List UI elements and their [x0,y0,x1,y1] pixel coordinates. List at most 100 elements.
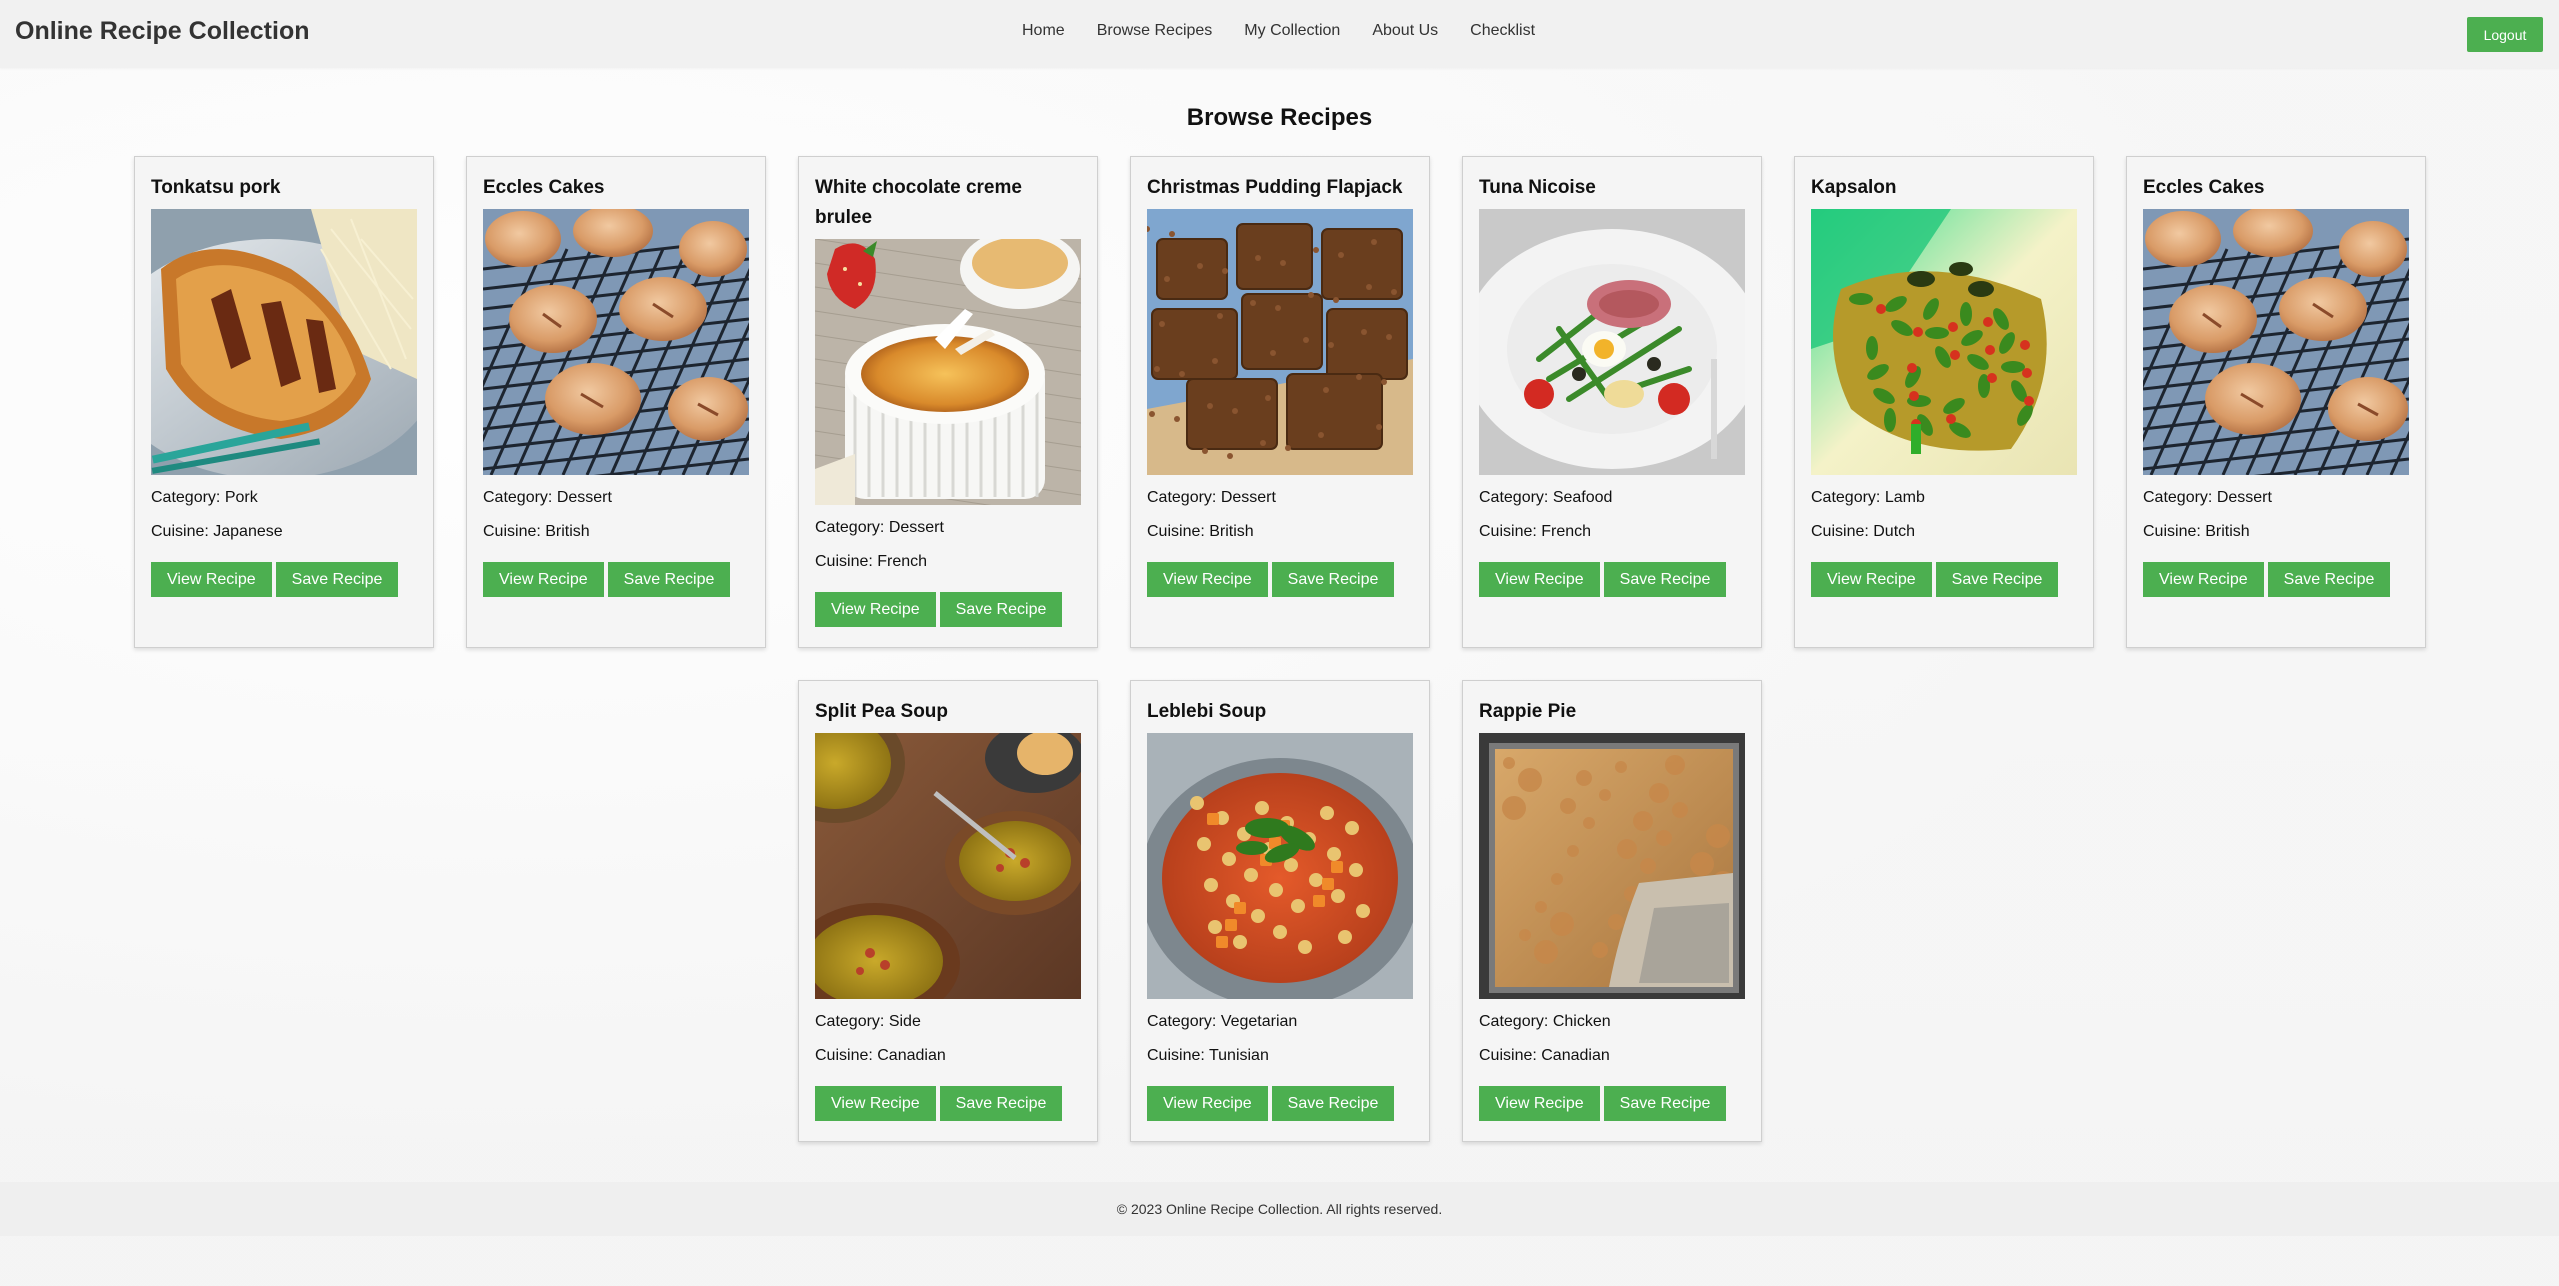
view-recipe-button[interactable]: View Recipe [815,1086,936,1121]
card-actions: View Recipe Save Recipe [151,562,417,597]
cuisine-label: Cuisine: [483,523,546,540]
nav-browse-recipes[interactable]: Browse Recipes [1097,22,1213,40]
view-recipe-button[interactable]: View Recipe [1479,1086,1600,1121]
recipe-cuisine: Cuisine: British [1147,515,1413,549]
cuisine-value: Tunisian [1208,1047,1269,1064]
recipe-title: Tuna Nicoise [1479,177,1596,198]
flapjack-photo [1147,209,1413,475]
view-recipe-button[interactable]: View Recipe [1479,562,1600,597]
recipe-cuisine: Cuisine: Tunisian [1147,1039,1413,1073]
recipe-card: Eccles Cakes Category: Dessert Cuisine: … [466,156,766,648]
category-value: Chicken [1552,1013,1611,1030]
site-footer: © 2023 Online Recipe Collection. All rig… [0,1182,2559,1236]
recipe-cuisine: Cuisine: Canadian [815,1039,1081,1073]
cuisine-label: Cuisine: [815,1047,878,1064]
category-label: Category: [1479,489,1553,506]
recipe-card: Tonkatsu pork Category: Pork Cuisine: Ja… [134,156,434,648]
save-recipe-button[interactable]: Save Recipe [275,562,399,597]
recipe-title: Tonkatsu pork [151,177,281,198]
category-label: Category: [483,489,557,506]
nav-home[interactable]: Home [1022,22,1065,40]
recipe-cuisine: Cuisine: Japanese [151,515,417,549]
view-recipe-button[interactable]: View Recipe [151,562,272,597]
recipe-card: Kapsalon Category: Lamb Cuisine: Dutch V… [1794,156,2094,648]
site-brand[interactable]: Online Recipe Collection [15,17,310,46]
recipe-title: Kapsalon [1811,177,1897,198]
kapsalon-photo [1811,209,2077,475]
recipe-title: Eccles Cakes [483,177,605,198]
save-recipe-button[interactable]: Save Recipe [939,1086,1063,1121]
site-header: Online Recipe Collection Home Browse Rec… [0,0,2559,68]
save-recipe-button[interactable]: Save Recipe [1271,562,1395,597]
view-recipe-button[interactable]: View Recipe [2143,562,2264,597]
category-label: Category: [151,489,225,506]
card-actions: View Recipe Save Recipe [1479,562,1745,597]
category-label: Category: [1811,489,1885,506]
cuisine-value: Japanese [213,523,283,540]
card-actions: View Recipe Save Recipe [815,592,1081,627]
view-recipe-button[interactable]: View Recipe [1147,1086,1268,1121]
cuisine-label: Cuisine: [151,523,214,540]
rappie-pie-photo [1479,733,1745,999]
recipe-card: Split Pea Soup Category: Side Cuisine: C… [798,680,1098,1142]
save-recipe-button[interactable]: Save Recipe [607,562,731,597]
category-value: Vegetarian [1220,1013,1298,1030]
card-actions: View Recipe Save Recipe [1147,1086,1413,1121]
cuisine-value: Dutch [1873,523,1916,540]
recipe-cuisine: Cuisine: Canadian [1479,1039,1745,1073]
save-recipe-button[interactable]: Save Recipe [1271,1086,1395,1121]
view-recipe-button[interactable]: View Recipe [1147,562,1268,597]
recipe-cuisine: Cuisine: British [2143,515,2409,549]
cuisine-label: Cuisine: [1479,1047,1542,1064]
cuisine-value: French [877,553,928,570]
tuna-nicoise-photo [1479,209,1745,475]
tonkatsu-pork-photo [151,209,417,475]
recipe-title: Split Pea Soup [815,701,949,722]
cuisine-label: Cuisine: [2143,523,2206,540]
view-recipe-button[interactable]: View Recipe [1811,562,1932,597]
cuisine-value: Canadian [877,1047,946,1064]
cuisine-value: French [1541,523,1592,540]
save-recipe-button[interactable]: Save Recipe [2267,562,2391,597]
recipe-category: Category: Pork [151,481,417,515]
save-recipe-button[interactable]: Save Recipe [1603,1086,1727,1121]
category-value: Seafood [1552,489,1613,506]
eccles-cakes-photo [2143,209,2409,475]
cuisine-label: Cuisine: [1147,1047,1209,1064]
category-label: Category: [2143,489,2217,506]
recipe-cuisine: Cuisine: Dutch [1811,515,2077,549]
recipe-category: Category: Dessert [2143,481,2409,515]
main-nav: Home Browse Recipes My Collection About … [1022,22,1567,40]
nav-checklist[interactable]: Checklist [1470,22,1535,40]
recipe-category: Category: Seafood [1479,481,1745,515]
recipe-card: White chocolate creme brulee Category: D… [798,156,1098,648]
recipe-card: Leblebi Soup Category: Vegetarian Cuisin… [1130,680,1430,1142]
category-value: Dessert [888,519,944,536]
cuisine-label: Cuisine: [1479,523,1542,540]
recipe-card: Rappie Pie Category: Chicken Cuisine: Ca… [1462,680,1762,1142]
cuisine-value: British [545,523,590,540]
view-recipe-button[interactable]: View Recipe [483,562,604,597]
category-value: Lamb [1884,489,1925,506]
recipe-category: Category: Dessert [1147,481,1413,515]
nav-about-us[interactable]: About Us [1372,22,1438,40]
nav-my-collection[interactable]: My Collection [1244,22,1340,40]
recipe-grid: Tonkatsu pork Category: Pork Cuisine: Ja… [133,156,2427,1142]
category-label: Category: [815,519,889,536]
recipe-cuisine: Cuisine: French [815,545,1081,579]
recipe-cuisine: Cuisine: British [483,515,749,549]
recipe-category: Category: Dessert [815,511,1081,545]
category-label: Category: [815,1013,889,1030]
category-value: Dessert [556,489,612,506]
page-title: Browse Recipes [1186,104,1373,131]
recipe-title: Rappie Pie [1479,701,1577,722]
save-recipe-button[interactable]: Save Recipe [1603,562,1727,597]
save-recipe-button[interactable]: Save Recipe [939,592,1063,627]
creme-brulee-photo [815,239,1081,505]
view-recipe-button[interactable]: View Recipe [815,592,936,627]
logout-button[interactable]: Logout [2467,17,2543,52]
cuisine-label: Cuisine: [1811,523,1874,540]
card-actions: View Recipe Save Recipe [1479,1086,1745,1121]
category-label: Category: [1479,1013,1553,1030]
save-recipe-button[interactable]: Save Recipe [1935,562,2059,597]
